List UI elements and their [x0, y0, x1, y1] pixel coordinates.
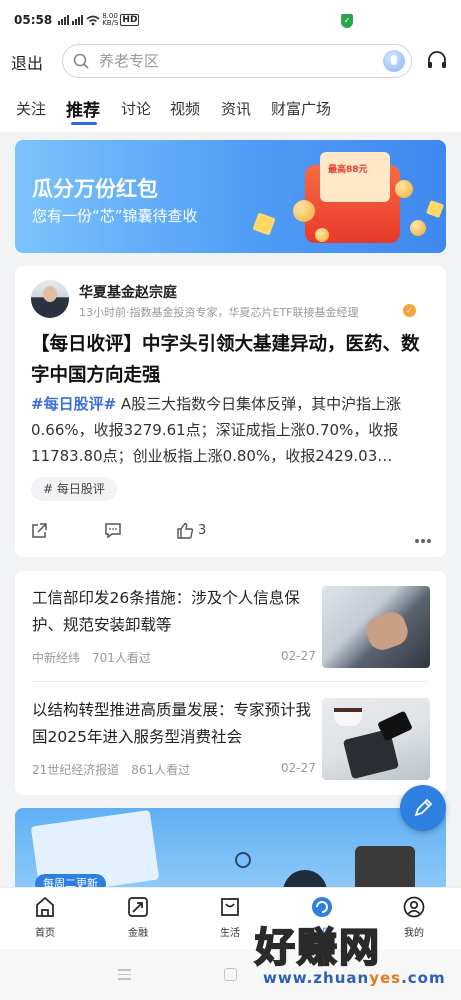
reward-card: 最高88元 [320, 152, 390, 202]
share-button[interactable] [31, 522, 48, 540]
magnifier-icon [235, 852, 251, 868]
post-meta: 13小时前·指数基金投资专家，华夏芯片ETF联接基金经理 [79, 306, 359, 319]
tab-follow[interactable]: 关注 [16, 98, 46, 119]
gift-piece-icon [252, 212, 276, 236]
verified-icon: ✓ [403, 304, 416, 317]
tab-discuss[interactable]: 讨论 [121, 98, 151, 119]
reward-card-text: 最高88元 [328, 165, 368, 175]
signal-icon-2 [72, 15, 84, 25]
recent-apps-icon[interactable] [118, 969, 131, 983]
nav-label: 金融 [128, 928, 148, 939]
search-box[interactable] [62, 44, 412, 78]
thumbs-up-icon [177, 522, 194, 539]
compose-post-button[interactable] [400, 785, 446, 831]
nav-label: 首页 [35, 928, 55, 939]
coin-icon [293, 200, 315, 222]
post-author[interactable]: 华夏基金赵宗庭 [79, 282, 177, 302]
news-list: 工信部印发26条措施：涉及个人信息保护、规范安装卸载等 中新经纬 701人看过 … [15, 571, 446, 795]
finance-icon [128, 897, 148, 917]
news-thumbnail[interactable] [322, 698, 430, 780]
nav-life[interactable]: 生活 [200, 896, 260, 939]
comment-icon [105, 523, 121, 539]
tab-recommend[interactable]: 推荐 [66, 96, 100, 121]
avatar[interactable] [31, 280, 69, 318]
category-tabs: 关注 推荐 讨论 视频 资讯 财富广场 [0, 84, 461, 132]
news-source: 21世纪经济报道 861人看过 [32, 763, 191, 777]
banner-title: 瓜分万份红包 [32, 177, 158, 201]
coin-icon [315, 228, 329, 242]
status-bar: 05:58 8.00 KB/S HD ✓ [0, 0, 461, 40]
promo-banner[interactable]: 瓜分万份红包 您有一份“芯”锦囊待查收 最高88元 [15, 140, 446, 253]
search-input[interactable] [99, 51, 339, 71]
share-icon [32, 523, 47, 538]
home-button-icon[interactable] [224, 968, 237, 981]
nav-finance[interactable]: 金融 [108, 896, 168, 939]
news-date: 02-27 [281, 649, 316, 663]
bottom-nav: 首页 金融 生活 社区 我的 [0, 887, 461, 949]
post-title[interactable]: 【每日收评】中字头引领大基建异动，医药、数字中国方向走强 [31, 329, 436, 391]
network-speed: 8.00 KB/S [102, 13, 118, 27]
shopping-bag-icon [221, 898, 239, 916]
tab-news[interactable]: 资讯 [221, 98, 251, 119]
user-icon [403, 896, 425, 918]
active-tab-indicator [71, 122, 97, 125]
banner-subtitle: 您有一份“芯”锦囊待查收 [32, 207, 198, 225]
shield-icon: ✓ [341, 14, 353, 28]
divider [32, 681, 430, 682]
header: 退出 [0, 40, 461, 84]
like-count: 3 [198, 523, 207, 538]
hd-badge: HD [120, 14, 140, 26]
nav-mine[interactable]: 我的 [384, 896, 444, 939]
gift-piece-icon [426, 200, 444, 218]
nav-label: 生活 [220, 928, 240, 939]
post-hashtag[interactable]: #每日股评# [31, 395, 116, 413]
search-icon [73, 53, 89, 69]
signal-icon [58, 15, 70, 25]
like-button[interactable] [176, 522, 194, 540]
status-time: 05:58 [14, 13, 53, 27]
comment-button[interactable] [104, 522, 122, 540]
post-body[interactable]: #每日股评# A股三大指数今日集体反弹，其中沪指上涨0.66%，收报3279.6… [31, 391, 436, 469]
wifi-icon [86, 15, 100, 25]
news-item[interactable]: 以结构转型推进高质量发展：专家预计我国2025年进入服务型消费社会 21世纪经济… [15, 683, 446, 793]
news-title[interactable]: 工信部印发26条措施：涉及个人信息保护、规范安装卸载等 [32, 585, 312, 639]
news-title[interactable]: 以结构转型推进高质量发展：专家预计我国2025年进入服务型消费社会 [32, 697, 312, 751]
tab-video[interactable]: 视频 [170, 98, 200, 119]
pen-icon [414, 798, 433, 817]
topic-tag[interactable]: # 每日股评 [31, 477, 117, 501]
customer-service-icon[interactable] [426, 50, 448, 72]
home-icon [36, 896, 54, 917]
weekly-promo-banner[interactable]: 每周二更新 [15, 808, 446, 898]
network-speed-unit: KB/S [102, 19, 119, 27]
nav-home[interactable]: 首页 [15, 896, 75, 939]
community-icon [312, 897, 332, 917]
exit-button[interactable]: 退出 [11, 50, 43, 74]
news-source: 中新经纬 701人看过 [32, 651, 151, 665]
more-options-icon[interactable] [415, 528, 433, 547]
coin-icon [395, 180, 413, 198]
news-date: 02-27 [281, 761, 316, 775]
nav-community[interactable]: 社区 [292, 896, 352, 939]
nav-label: 社区 [312, 928, 332, 939]
news-item[interactable]: 工信部印发26条措施：涉及个人信息保护、规范安装卸载等 中新经纬 701人看过 … [15, 571, 446, 681]
coin-icon [410, 220, 426, 236]
voice-search-icon[interactable] [383, 50, 405, 72]
post-card[interactable]: 华夏基金赵宗庭 13小时前·指数基金投资专家，华夏芯片ETF联接基金经理 ✓ 【… [15, 266, 446, 557]
nav-label: 我的 [404, 928, 424, 939]
system-nav-bar [0, 949, 461, 1000]
news-thumbnail[interactable] [322, 586, 430, 668]
tab-wealth-plaza[interactable]: 财富广场 [271, 98, 331, 119]
